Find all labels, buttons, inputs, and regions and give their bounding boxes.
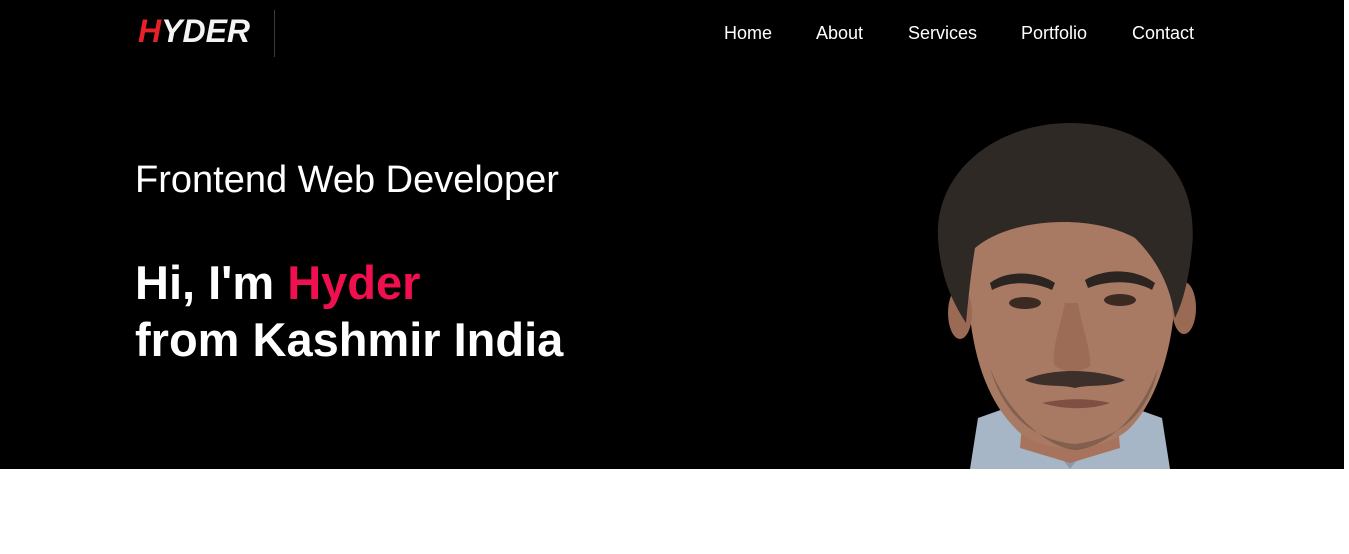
logo-rest-letters: YDER (161, 13, 251, 49)
nav-home-link[interactable]: Home (724, 22, 772, 44)
nav-contact-link[interactable]: Contact (1132, 22, 1194, 44)
site-logo[interactable]: HYDER (138, 10, 275, 57)
headline-name: Hyder (287, 256, 421, 309)
logo-text: HYDER (138, 12, 250, 50)
hero-section: HYDER Home About Services Portfolio Cont… (0, 0, 1344, 469)
nav-services-link[interactable]: Services (908, 22, 977, 44)
headline-line-1: Hi, I'm Hyder (135, 254, 563, 311)
headline-greeting: Hi, I'm (135, 256, 288, 309)
profile-portrait (937, 123, 1196, 469)
hero-headline: Hi, I'm Hyder from Kashmir India (135, 254, 563, 368)
hero-subtitle: Frontend Web Developer (135, 159, 559, 201)
headline-line-2: from Kashmir India (135, 313, 564, 366)
nav-about-link[interactable]: About (816, 22, 863, 44)
logo-first-letter: H (138, 13, 162, 49)
nav-portfolio-link[interactable]: Portfolio (1021, 22, 1087, 44)
